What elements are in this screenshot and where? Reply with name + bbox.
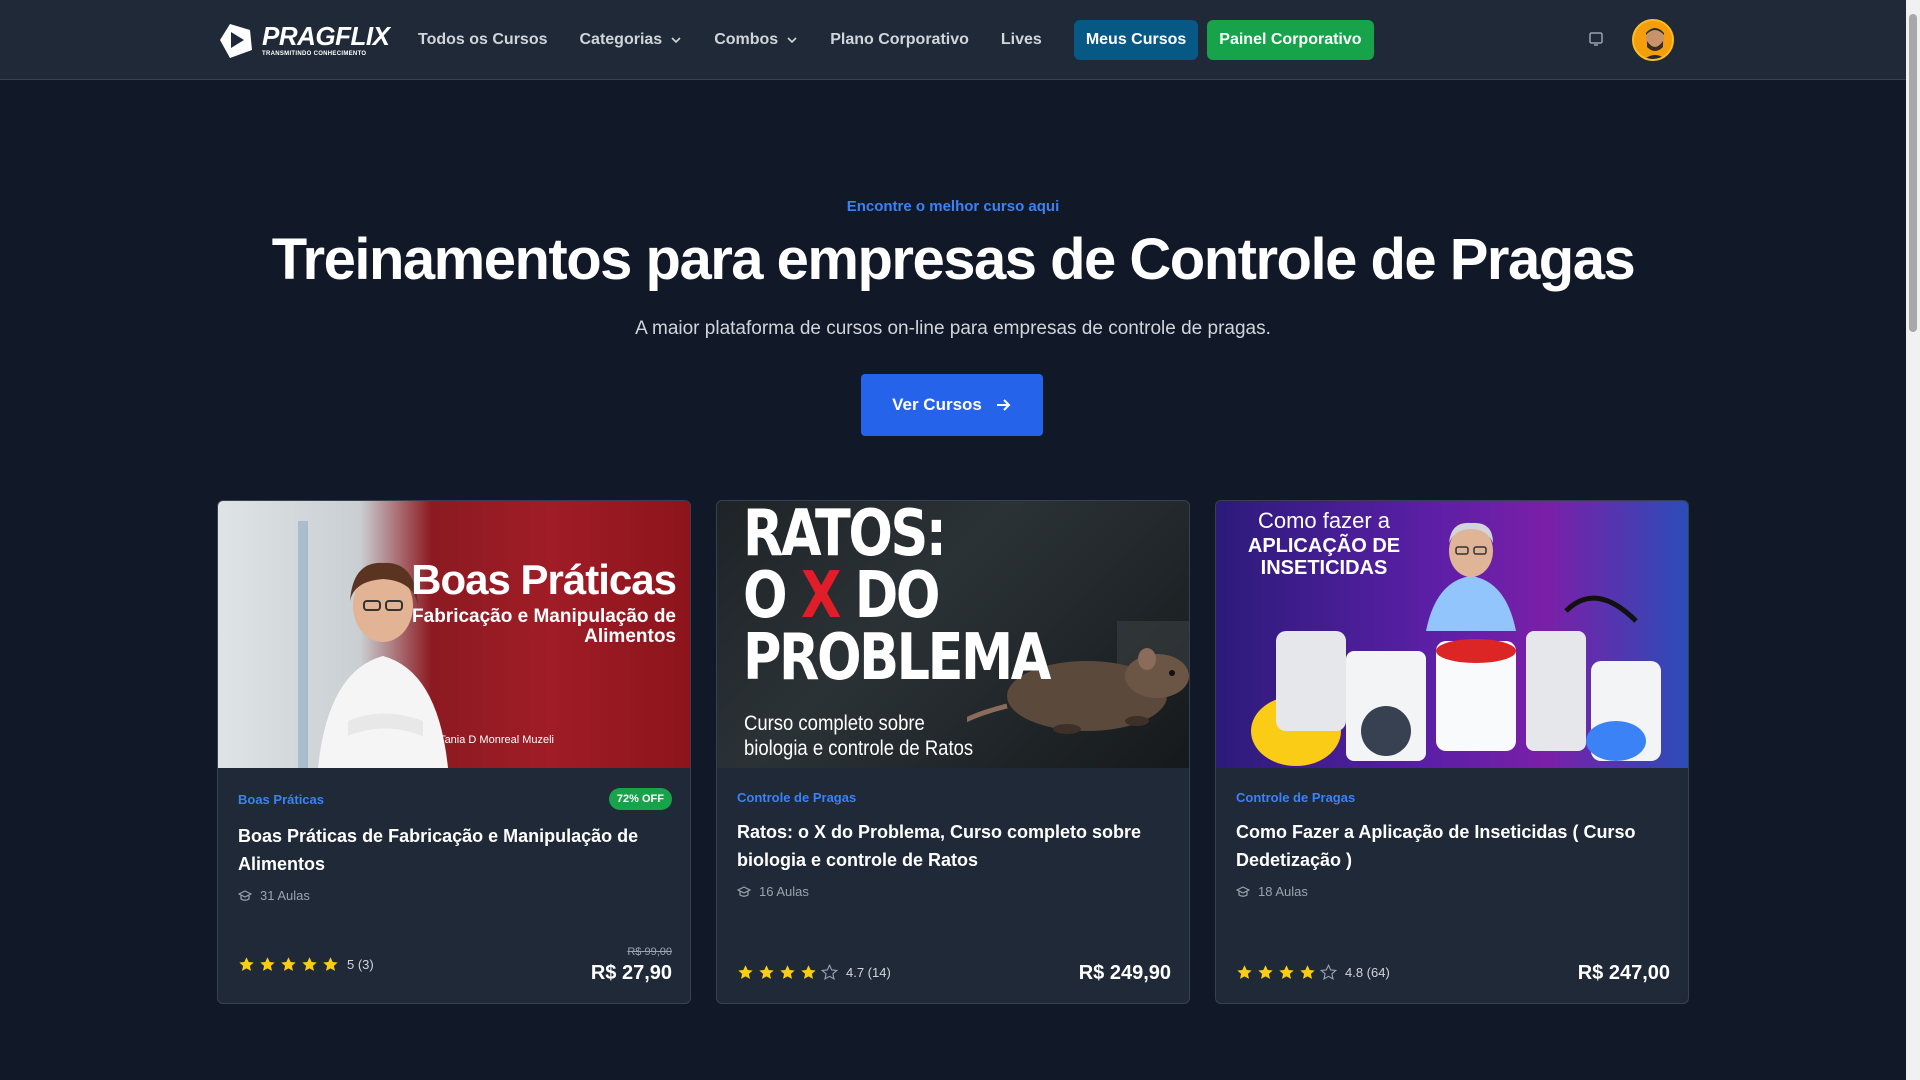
course-category[interactable]: Controle de Pragas bbox=[737, 790, 856, 805]
star-filled-icon bbox=[780, 965, 795, 979]
course-title[interactable]: Boas Práticas de Fabricação e Manipulaçã… bbox=[238, 822, 668, 878]
arrow-right-icon bbox=[996, 399, 1011, 411]
instructor-photo bbox=[1426, 522, 1516, 631]
nav-plano-corporativo[interactable]: Plano Corporativo bbox=[830, 31, 969, 49]
star-filled-icon bbox=[1237, 965, 1252, 979]
nav-link-label: Lives bbox=[1000, 31, 1042, 48]
chevron-down-icon bbox=[671, 37, 681, 44]
thumbnail-heading: Boas Práticas bbox=[411, 556, 677, 603]
logo-name: PRAGFLIX bbox=[262, 21, 390, 51]
course-category[interactable]: Boas Práticas bbox=[238, 792, 324, 807]
star-filled-icon bbox=[759, 965, 774, 979]
star-rating bbox=[238, 956, 339, 973]
star-filled-icon bbox=[1279, 965, 1294, 979]
course-price: R$ 247,00 bbox=[1577, 962, 1670, 984]
thumbnail-author: Tania D Monreal Muzeli bbox=[439, 734, 554, 746]
discount-badge: 72% OFF bbox=[608, 788, 672, 810]
lessons-count: 31 Aulas bbox=[260, 888, 310, 903]
course-price: R$ 27,90 bbox=[590, 962, 672, 984]
star-outline-icon bbox=[821, 964, 838, 980]
pragflix-logo[interactable]: PRAGFLIX TRANSMITINDO CONHECIMENTO bbox=[216, 20, 390, 60]
course-title[interactable]: Ratos: o X do Problema, Curso completo s… bbox=[737, 818, 1167, 874]
star-rating bbox=[737, 964, 838, 981]
avatar[interactable] bbox=[1632, 19, 1674, 61]
course-card[interactable]: Como fazer a APLICAÇÃO DE INSETICIDAS Co… bbox=[1215, 500, 1689, 1004]
star-filled-icon bbox=[1258, 965, 1273, 979]
star-rating bbox=[1236, 964, 1337, 981]
original-price: R$ 99,00 bbox=[627, 946, 672, 958]
thumbnail-line-3: PROBLEMA bbox=[743, 621, 1051, 695]
lessons-count: 16 Aulas bbox=[759, 884, 809, 899]
thumbnail-heading: Como fazer a bbox=[1257, 508, 1391, 533]
rating-text: 5 (3) bbox=[347, 957, 374, 972]
course-category[interactable]: Controle de Pragas bbox=[1236, 790, 1355, 805]
nav-link-label: Combos bbox=[714, 31, 779, 48]
ver-cursos-button[interactable]: Ver Cursos bbox=[861, 374, 1043, 436]
star-filled-icon bbox=[260, 957, 275, 971]
thumbnail-line-2: O X DO bbox=[743, 564, 1049, 628]
star-filled-icon bbox=[323, 957, 338, 971]
nav-combos[interactable]: Combos bbox=[714, 31, 798, 49]
top-navbar: PRAGFLIX TRANSMITINDO CONHECIMENTO Todos… bbox=[0, 0, 1906, 80]
graduation-cap-icon bbox=[238, 889, 252, 901]
play-logo-icon bbox=[220, 24, 252, 58]
ver-cursos-label: Ver Cursos bbox=[892, 395, 982, 414]
star-filled-icon bbox=[281, 957, 296, 971]
nav-link-label: Categorias bbox=[579, 31, 663, 48]
thumbnail-subheading: Fabricação e Manipulação de Alimentos bbox=[412, 606, 676, 647]
hero-subtitle: A maior plataforma de cursos on-line par… bbox=[635, 318, 1271, 339]
thumbnail-heading: RATOS: O X DO PROBLEMA bbox=[743, 501, 1051, 695]
device-icon[interactable] bbox=[1587, 30, 1605, 48]
logo-tagline: TRANSMITINDO CONHECIMENTO bbox=[262, 51, 367, 57]
star-filled-icon bbox=[302, 957, 317, 971]
star-filled-icon bbox=[738, 965, 753, 979]
rating-text: 4.7 (14) bbox=[846, 965, 891, 980]
course-card[interactable]: RATOS: O X DO PROBLEMA Curso completo so… bbox=[716, 500, 1190, 1004]
thumbnail-sub-line-1: Curso completo sobre bbox=[744, 712, 925, 735]
course-card-body: Controle de Pragas Ratos: o X do Problem… bbox=[717, 768, 1189, 1003]
hero-title: Treinamentos para empresas de Controle d… bbox=[271, 227, 1636, 292]
lessons-count: 18 Aulas bbox=[1258, 884, 1308, 899]
nav-lives[interactable]: Lives bbox=[1001, 31, 1042, 49]
course-card-body: Boas Práticas 72% OFF Boas Práticas de F… bbox=[218, 768, 690, 1003]
thumbnail-sub-line-2: biologia e controle de Ratos bbox=[744, 737, 974, 760]
course-title[interactable]: Como Fazer a Aplicação de Inseticidas ( … bbox=[1236, 818, 1666, 874]
thumbnail-line-1: RATOS: bbox=[743, 501, 947, 571]
course-lessons: 16 Aulas bbox=[737, 884, 809, 899]
chevron-down-icon bbox=[787, 37, 797, 44]
star-filled-icon bbox=[1300, 965, 1315, 979]
course-rating: 4.8 (64) bbox=[1236, 964, 1390, 981]
nav-link-label: Todos os Cursos bbox=[418, 31, 548, 48]
graduation-cap-icon bbox=[1236, 885, 1250, 897]
course-lessons: 31 Aulas bbox=[238, 888, 310, 903]
painel-corporativo-button[interactable]: Painel Corporativo bbox=[1207, 20, 1374, 60]
course-rating: 5 (3) bbox=[238, 956, 374, 973]
nav-todos-os-cursos[interactable]: Todos os Cursos bbox=[418, 31, 548, 49]
thumbnail-subheading: Curso completo sobre biologia e controle… bbox=[744, 711, 973, 761]
hero-eyebrow: Encontre o melhor curso aqui bbox=[846, 198, 1060, 215]
thumbnail-heading-line-2: APLICAÇÃO DE bbox=[1247, 535, 1401, 557]
course-rating: 4.7 (14) bbox=[737, 964, 891, 981]
graduation-cap-icon bbox=[737, 885, 751, 897]
course-thumbnail[interactable]: Boas Práticas Fabricação e Manipulação d… bbox=[218, 501, 690, 768]
thumbnail-heading-line-3: INSETICIDAS bbox=[1260, 557, 1388, 579]
course-card[interactable]: Boas Práticas Fabricação e Manipulação d… bbox=[217, 500, 691, 1004]
course-price: R$ 249,90 bbox=[1078, 962, 1171, 984]
nav-links: Todos os Cursos Categorias Combos Plano … bbox=[418, 0, 1374, 80]
rating-text: 4.8 (64) bbox=[1345, 965, 1390, 980]
avatar-image bbox=[1634, 21, 1672, 59]
meus-cursos-button[interactable]: Meus Cursos bbox=[1073, 20, 1199, 60]
course-lessons: 18 Aulas bbox=[1236, 884, 1308, 899]
nav-link-label: Plano Corporativo bbox=[830, 31, 969, 48]
course-thumbnail[interactable]: RATOS: O X DO PROBLEMA Curso completo so… bbox=[717, 501, 1189, 768]
scrollbar-thumb[interactable] bbox=[1909, 14, 1917, 332]
course-thumbnail[interactable]: Como fazer a APLICAÇÃO DE INSETICIDAS bbox=[1216, 501, 1688, 768]
star-filled-icon bbox=[239, 957, 254, 971]
nav-categorias[interactable]: Categorias bbox=[580, 31, 683, 49]
star-outline-icon bbox=[1320, 964, 1337, 980]
page-scrollbar[interactable] bbox=[1906, 0, 1920, 1080]
star-filled-icon bbox=[801, 965, 816, 979]
course-card-body: Controle de Pragas Como Fazer a Aplicaçã… bbox=[1216, 768, 1688, 1003]
